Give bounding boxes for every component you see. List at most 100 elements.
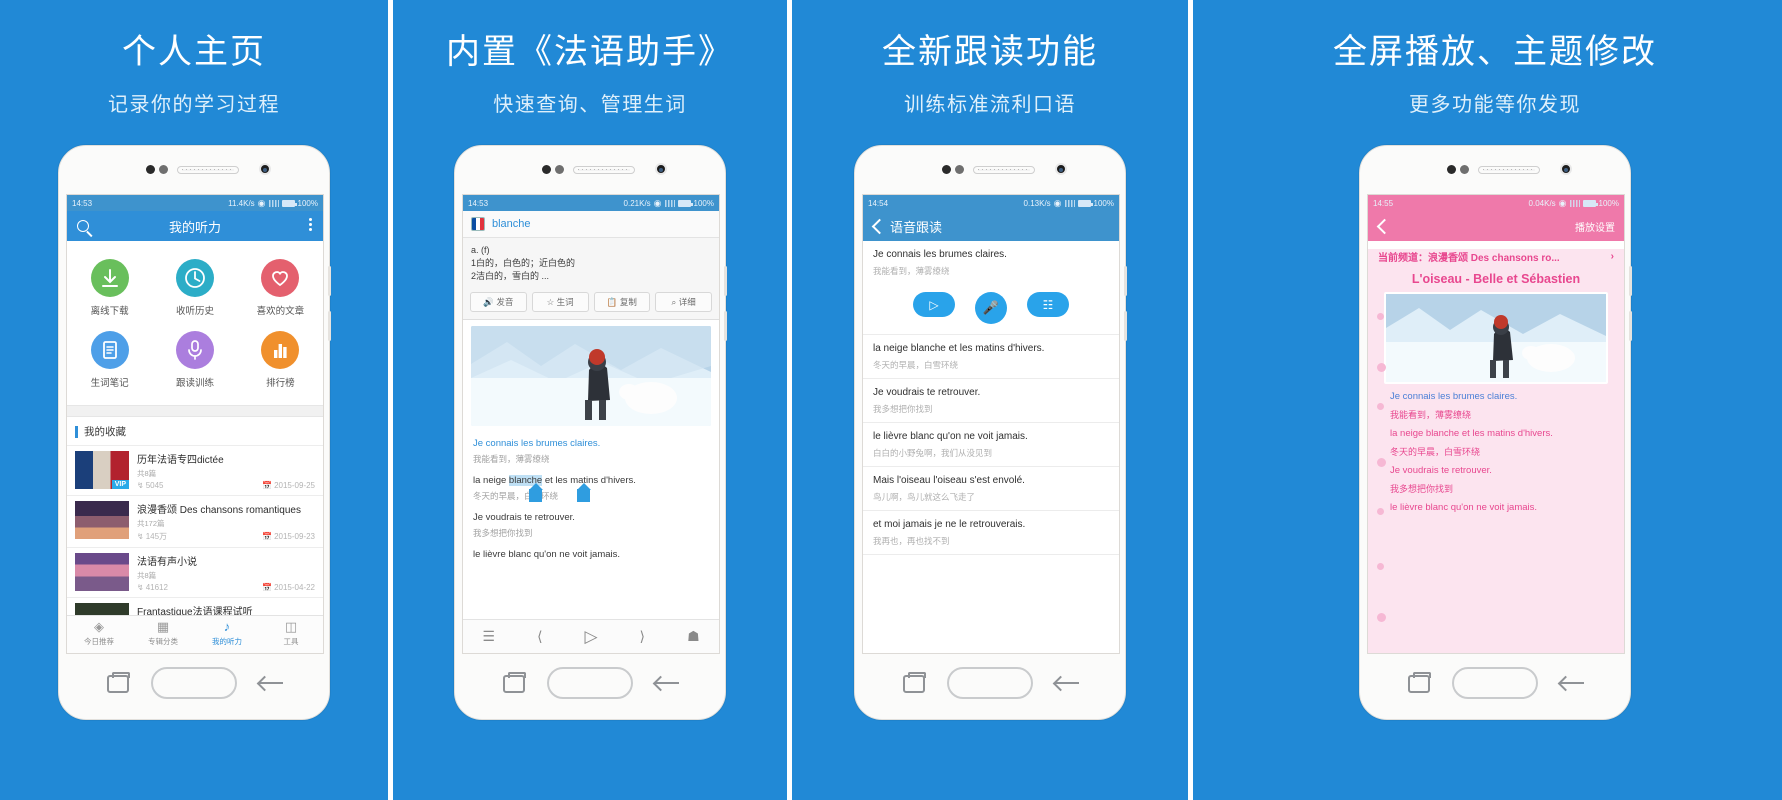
selection-handle-right[interactable]: [577, 483, 591, 503]
front-camera-icon: [1055, 163, 1067, 175]
practice-controls: ▷ 🎤 ☷: [863, 284, 1119, 335]
back-button-icon[interactable]: [1560, 677, 1584, 690]
home-button-icon[interactable]: [947, 667, 1033, 699]
panel-3-headline: 全新跟读功能: [882, 33, 1098, 71]
lyric-french-selected[interactable]: la neige blanche et les matins d'hivers.: [473, 469, 709, 503]
side-button-down[interactable]: [328, 311, 331, 341]
grid-item-liked-articles[interactable]: 喜欢的文章: [238, 253, 323, 325]
thumbnail: VIP: [75, 451, 129, 489]
sentence-row[interactable]: Je voudrais te retrouver. 我多想把你找到: [863, 379, 1119, 423]
list-item[interactable]: 法语有声小说 共8篇 ↯ 41612 📅 2015-04-22: [67, 547, 323, 597]
add-vocab-button[interactable]: ☆ 生词: [531, 292, 589, 313]
list-item-date: 2015-09-23: [274, 532, 315, 541]
grid-label: 排行榜: [266, 378, 295, 389]
status-network: 0.04K/s: [1528, 198, 1556, 208]
play-icon[interactable]: ▷: [913, 292, 955, 317]
back-button-icon[interactable]: [259, 677, 283, 690]
list-item-title: 历年法语专四dictée: [137, 455, 224, 466]
side-button-up[interactable]: [328, 266, 331, 296]
book-icon: ▦: [156, 619, 170, 634]
sentence-row[interactable]: le lièvre blanc qu'on ne voit jamais. 白白…: [863, 423, 1119, 467]
list-item-date: 2015-04-22: [274, 583, 315, 592]
sentence-french: Je voudrais te retrouver.: [873, 387, 981, 398]
list-item[interactable]: 浪漫香颂 Des chansons romantiques 共172篇 ↯ 145…: [67, 495, 323, 547]
grid-item-offline-download[interactable]: 离线下载: [67, 253, 152, 325]
side-button-down[interactable]: [1629, 311, 1632, 341]
home-button-icon[interactable]: [547, 667, 633, 699]
chevron-left-icon[interactable]: [872, 220, 880, 232]
lyric-french[interactable]: Je voudrais te retrouver.: [473, 506, 709, 525]
sentence-row[interactable]: la neige blanche et les matins d'hivers.…: [863, 335, 1119, 379]
home-button-icon[interactable]: [151, 667, 237, 699]
tab-album-category[interactable]: ▦ 专辑分类: [131, 616, 195, 653]
recents-button-icon[interactable]: [903, 672, 926, 693]
lyric-french[interactable]: le lièvre blanc qu'on ne voit jamais.: [473, 543, 709, 562]
app-bar-3: 语音跟读: [863, 211, 1119, 241]
article-image: [1384, 292, 1608, 384]
lyric-line: Je voudrais te retrouver.: [1390, 465, 1492, 476]
copy-button[interactable]: 📋 复制: [593, 292, 651, 313]
recents-button-icon[interactable]: [1408, 672, 1431, 693]
grid-label: 离线下载: [90, 306, 129, 317]
sentence-french: Je connais les brumes claires.: [873, 249, 1007, 260]
home-button-icon[interactable]: [1452, 667, 1538, 699]
play-settings-label[interactable]: 播放设置: [1575, 219, 1615, 234]
divider: [67, 405, 323, 417]
list-item-plays: 145万: [145, 532, 168, 541]
search-icon[interactable]: [77, 220, 89, 232]
back-button-icon[interactable]: [655, 677, 679, 690]
more-vertical-icon[interactable]: [309, 218, 312, 233]
side-button-up[interactable]: [1124, 266, 1127, 296]
graduation-icon[interactable]: ☗: [668, 628, 719, 645]
sensor-dot-2-icon: [159, 165, 168, 174]
detail-button[interactable]: ⌕ 详细: [655, 292, 712, 313]
tab-my-listening[interactable]: ♪ 我的听力: [195, 616, 259, 653]
side-button-down[interactable]: [1124, 311, 1127, 341]
sentence-chinese: 我多想把你找到: [873, 404, 933, 414]
list-item[interactable]: VIP 历年法语专四dictée 共8篇 ↯ 5045 📅 2015-09-25: [67, 445, 323, 495]
lyric-french[interactable]: Je connais les brumes claires.: [473, 432, 709, 451]
heart-icon: [261, 259, 300, 297]
grid-item-listen-history[interactable]: 收听历史: [152, 253, 237, 325]
list-item-plays: 5045: [145, 481, 164, 490]
current-channel-row[interactable]: 当前频道：浪漫香颂 Des chansons ro... ›: [1378, 249, 1614, 264]
microphone-icon[interactable]: 🎤: [975, 292, 1007, 324]
tab-label: 今日推荐: [84, 637, 114, 646]
lyric-line: 冬天的早晨，白雪环绕: [1390, 447, 1481, 457]
earpiece-grille-icon: [973, 166, 1035, 174]
lyric-chinese: 冬天的早晨，白雪环绕: [473, 491, 559, 502]
grid-item-leaderboard[interactable]: 排行榜: [238, 325, 323, 397]
sentence-row[interactable]: et moi jamais je ne le retrouverais. 我再也…: [863, 511, 1119, 555]
back-button-icon[interactable]: [1055, 677, 1079, 690]
tab-tools[interactable]: ◫ 工具: [259, 616, 323, 653]
play-icon[interactable]: ▷: [565, 627, 616, 647]
list-item-count: 共8篇: [137, 571, 157, 580]
lyrics-list: Je connais les brumes claires. 我能看到，薄雾缭绕…: [463, 428, 719, 562]
pronounce-button[interactable]: 🔊 发音: [470, 292, 527, 313]
sentence-row[interactable]: Mais l'oiseau l'oiseau s'est envolé. 鸟儿啊…: [863, 467, 1119, 511]
grid-item-repeat-training[interactable]: 跟读训练: [152, 325, 237, 397]
chevron-right-icon[interactable]: ›: [1611, 251, 1614, 262]
side-button-up[interactable]: [724, 266, 727, 296]
current-channel-label: 当前频道：浪漫香颂 Des chansons ro...: [1378, 253, 1560, 264]
recents-button-icon[interactable]: [503, 672, 526, 693]
tab-today-recommend[interactable]: ◈ 今日推荐: [67, 616, 131, 653]
previous-icon[interactable]: ⟨: [514, 628, 565, 645]
selection-handle-left[interactable]: [529, 483, 543, 503]
chevron-left-icon[interactable]: [1377, 220, 1385, 232]
signal-icon: [1569, 199, 1580, 207]
recents-button-icon[interactable]: [107, 672, 130, 693]
waveform-icon[interactable]: ☷: [1027, 292, 1069, 317]
side-button-down[interactable]: [724, 311, 727, 341]
next-icon[interactable]: ⟩: [617, 628, 668, 645]
bottom-tab-bar: ◈ 今日推荐 ▦ 专辑分类 ♪ 我的听力 ◫ 工具: [67, 615, 323, 653]
equalizer-icon[interactable]: ☰: [463, 628, 514, 645]
notebook-icon: [90, 331, 129, 369]
battery-icon: [1077, 199, 1093, 207]
grid-item-vocab-notes[interactable]: 生词笔记: [67, 325, 152, 397]
side-button-up[interactable]: [1629, 266, 1632, 296]
sentence-chinese: 冬天的早晨，白雪环绕: [873, 360, 959, 370]
thumbnail: [75, 501, 129, 539]
phone-top-bezel: [455, 146, 725, 194]
panel-4-headline: 全屏播放、主题修改: [1333, 33, 1657, 71]
